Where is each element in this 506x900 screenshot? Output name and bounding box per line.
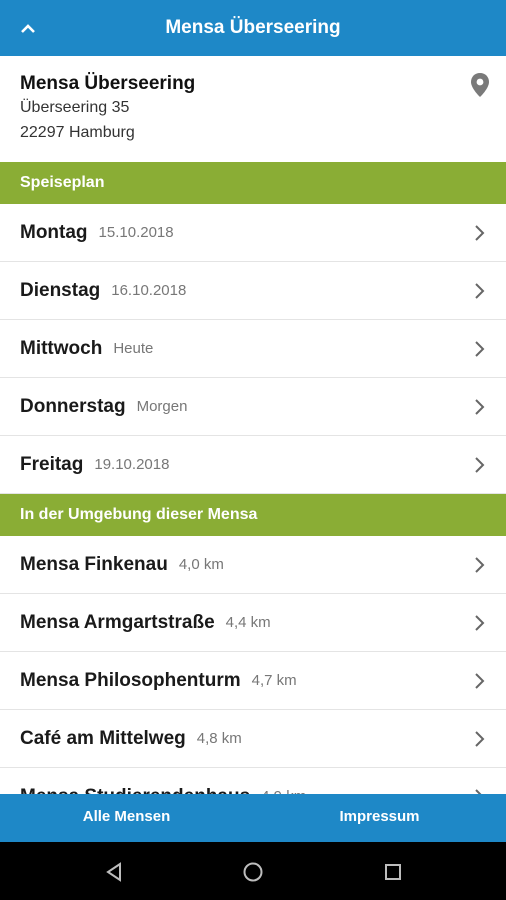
day-row-label: Freitag <box>20 453 84 475</box>
days-list: Montag 15.10.2018 Dienstag 16.10.2018 Mittwo… <box>0 204 506 494</box>
nearby-mensa-row-label: Mensa Armgartstraße <box>20 611 215 633</box>
chevron-right-icon <box>475 340 485 357</box>
chevron-right-icon <box>475 282 485 299</box>
nearby-mensa-row[interactable]: Café am Mittelweg 4,8 km <box>0 710 506 768</box>
chevron-right-icon <box>475 398 485 415</box>
section-header-nearby: In der Umgebung dieser Mensa <box>0 494 506 536</box>
nearby-mensa-row[interactable]: Mensa Finkenau 4,0 km <box>0 536 506 594</box>
page-title: Mensa Überseering <box>165 17 341 38</box>
chevron-right-icon <box>475 614 485 631</box>
chevron-right-icon <box>475 730 485 747</box>
day-row[interactable]: Montag 15.10.2018 <box>0 204 506 262</box>
app-bar: Mensa Überseering <box>0 0 506 56</box>
nearby-mensa-row-label: Mensa Studierendenhaus <box>20 786 250 795</box>
nearby-mensa-row-detail: 4,8 km <box>196 730 242 747</box>
location-pin-icon[interactable] <box>469 72 491 98</box>
day-row-label: Montag <box>20 221 88 243</box>
day-row[interactable]: Dienstag 16.10.2018 <box>0 262 506 320</box>
nearby-mensa-row-detail: 4,4 km <box>225 614 271 631</box>
day-row[interactable]: Donnerstag Morgen <box>0 378 506 436</box>
nearby-mensa-row-detail: 4,0 km <box>178 556 224 573</box>
system-navigation-bar <box>0 842 506 900</box>
day-row-detail: Morgen <box>136 398 188 415</box>
day-row-label: Mittwoch <box>20 337 103 359</box>
day-row[interactable]: Mittwoch Heute <box>0 320 506 378</box>
day-row-detail: 15.10.2018 <box>98 224 174 241</box>
content-scroll[interactable]: Mensa Überseering Überseering 35 22297 H… <box>0 56 506 794</box>
nearby-mensa-row-label: Café am Mittelweg <box>20 727 186 749</box>
chevron-right-icon <box>475 672 485 689</box>
recents-icon[interactable] <box>381 860 405 884</box>
bottom-bar: Alle Mensen Impressum <box>0 794 506 842</box>
back-icon[interactable] <box>102 860 126 884</box>
day-row-label: Dienstag <box>20 279 101 301</box>
mensa-street: Überseering 35 <box>20 99 130 116</box>
chevron-right-icon <box>475 456 485 473</box>
nearby-mensa-row[interactable]: Mensa Armgartstraße 4,4 km <box>0 594 506 652</box>
all-mensen-button[interactable]: Alle Mensen <box>0 794 253 842</box>
nearby-list: Mensa Finkenau 4,0 km Mensa Armgartstraße 4… <box>0 536 506 794</box>
nearby-mensa-row-label: Mensa Finkenau <box>20 553 168 575</box>
nearby-mensa-row[interactable]: Mensa Philosophenturm 4,7 km <box>0 652 506 710</box>
mensa-info: Mensa Überseering Überseering 35 22297 H… <box>0 56 506 162</box>
nearby-mensa-row[interactable]: Mensa Studierendenhaus4,9 km <box>0 768 506 794</box>
day-row-detail: 19.10.2018 <box>94 456 170 473</box>
chevron-right-icon <box>475 224 485 241</box>
nearby-mensa-row-detail: 4,7 km <box>251 672 297 689</box>
chevron-right-icon <box>475 556 485 573</box>
impressum-button[interactable]: Impressum <box>253 794 506 842</box>
day-row[interactable]: Freitag 19.10.2018 <box>0 436 506 494</box>
day-row-detail: Heute <box>113 340 154 357</box>
day-row-label: Donnerstag <box>20 395 126 417</box>
nearby-mensa-row-label: Mensa Philosophenturm <box>20 669 241 691</box>
section-header-speiseplan: Speiseplan <box>0 162 506 204</box>
mensa-city: 22297 Hamburg <box>20 124 135 141</box>
mensa-name: Mensa Überseering <box>20 73 196 94</box>
home-icon[interactable] <box>241 860 265 884</box>
day-row-detail: 16.10.2018 <box>111 282 187 299</box>
